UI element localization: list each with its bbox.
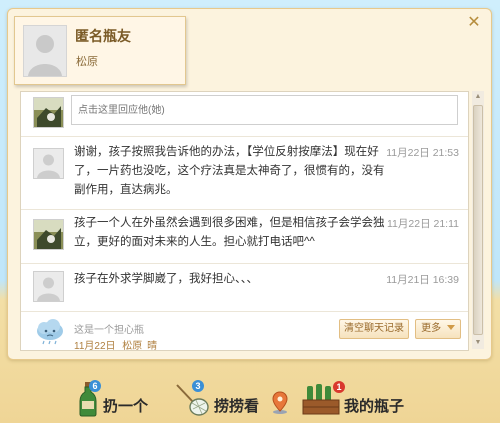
message-item: 孩子在外求学脚崴了，我好担心、、、 11月21日 16:39 xyxy=(21,263,468,312)
message-time: 11月22日 21:53 xyxy=(386,147,459,159)
clear-chat-button[interactable]: 清空聊天记录 xyxy=(339,319,409,339)
message-text: 孩子在外求学脚崴了，我好担心、、、 xyxy=(74,273,258,285)
more-button[interactable]: 更多 xyxy=(415,319,461,339)
message-text: 谢谢，孩子按照我告诉他的办法，【学位反射按摩法】现在好了，一片药也没吃，这个疗法… xyxy=(74,146,385,196)
message-text: 孩子一个人在外虽然会遇到很多困难，但是相信孩子会学会独立，更好的面对未来的人生。… xyxy=(74,217,385,248)
fish-count-badge: 3 xyxy=(192,380,204,392)
worry-cloud-icon xyxy=(35,318,65,350)
my-avatar xyxy=(33,219,64,250)
bottle-mood: 这是一个担心瓶 xyxy=(74,325,144,336)
scroll-down-icon[interactable]: ▼ xyxy=(472,337,484,349)
location-pin-button[interactable] xyxy=(268,375,292,421)
throw-label: 扔一个 xyxy=(103,397,149,415)
close-icon[interactable]: ✕ xyxy=(466,15,482,31)
chat-scrollbar[interactable]: ▲ ▼ xyxy=(472,91,484,349)
location-pin-icon xyxy=(272,391,288,414)
throw-bottle-button[interactable]: 6 扔一个 xyxy=(76,375,156,421)
bottle-date: 11月22日 xyxy=(74,341,116,351)
sender-profile-card: 匿名瓶友 松原 xyxy=(14,16,186,85)
my-bottles-count-badge: 1 xyxy=(333,381,345,393)
my-bottles-button[interactable]: 1 我的瓶子 xyxy=(302,375,422,421)
bottle-place: 松原 xyxy=(122,341,143,351)
user-avatar xyxy=(33,271,64,302)
message-time: 11月21日 16:39 xyxy=(386,274,459,286)
bottle-meta: 11月22日 松原 晴 xyxy=(74,337,158,351)
chevron-down-icon xyxy=(446,325,455,330)
sender-nickname: 匿名瓶友 xyxy=(75,29,131,45)
scroll-up-icon[interactable]: ▲ xyxy=(472,91,484,103)
message-item: 谢谢，孩子按照我告诉他的办法，【学位反射按摩法】现在好了，一片药也没吃，这个疗法… xyxy=(21,136,468,210)
user-avatar xyxy=(33,148,64,179)
chat-panel: 谢谢，孩子按照我告诉他的办法，【学位反射按摩法】现在好了，一片药也没吃，这个疗法… xyxy=(20,91,469,351)
throw-count-badge: 6 xyxy=(89,380,101,392)
fish-bottle-button[interactable]: 3 捞捞看 xyxy=(174,375,266,421)
reply-row xyxy=(21,92,468,137)
message-item: 孩子一个人在外虽然会遇到很多困难，但是相信孩子会学会独立，更好的面对未来的人生。… xyxy=(21,209,468,264)
reply-input[interactable] xyxy=(71,95,458,125)
fish-label: 捞捞看 xyxy=(214,397,260,415)
more-button-label: 更多 xyxy=(421,323,442,334)
my-avatar xyxy=(33,97,64,128)
bottom-toolbar: 6 扔一个 3 捞捞看 1 我的瓶子 xyxy=(0,375,500,423)
bottle-weather: 晴 xyxy=(147,341,158,351)
message-time: 11月22日 21:11 xyxy=(387,218,459,230)
my-bottles-label: 我的瓶子 xyxy=(344,397,405,415)
sender-avatar xyxy=(23,25,67,77)
sender-location: 松原 xyxy=(76,56,98,68)
bottle-dialog: 匿名瓶友 松原 ✕ 谢谢，孩子按照我告诉他的办法，【学位反射按摩法】现在好了，一… xyxy=(7,8,492,360)
bottle-info-row: 这是一个担心瓶 11月22日 松原 晴 清空聊天记录 更多 xyxy=(21,311,468,351)
scroll-thumb[interactable] xyxy=(473,105,483,335)
